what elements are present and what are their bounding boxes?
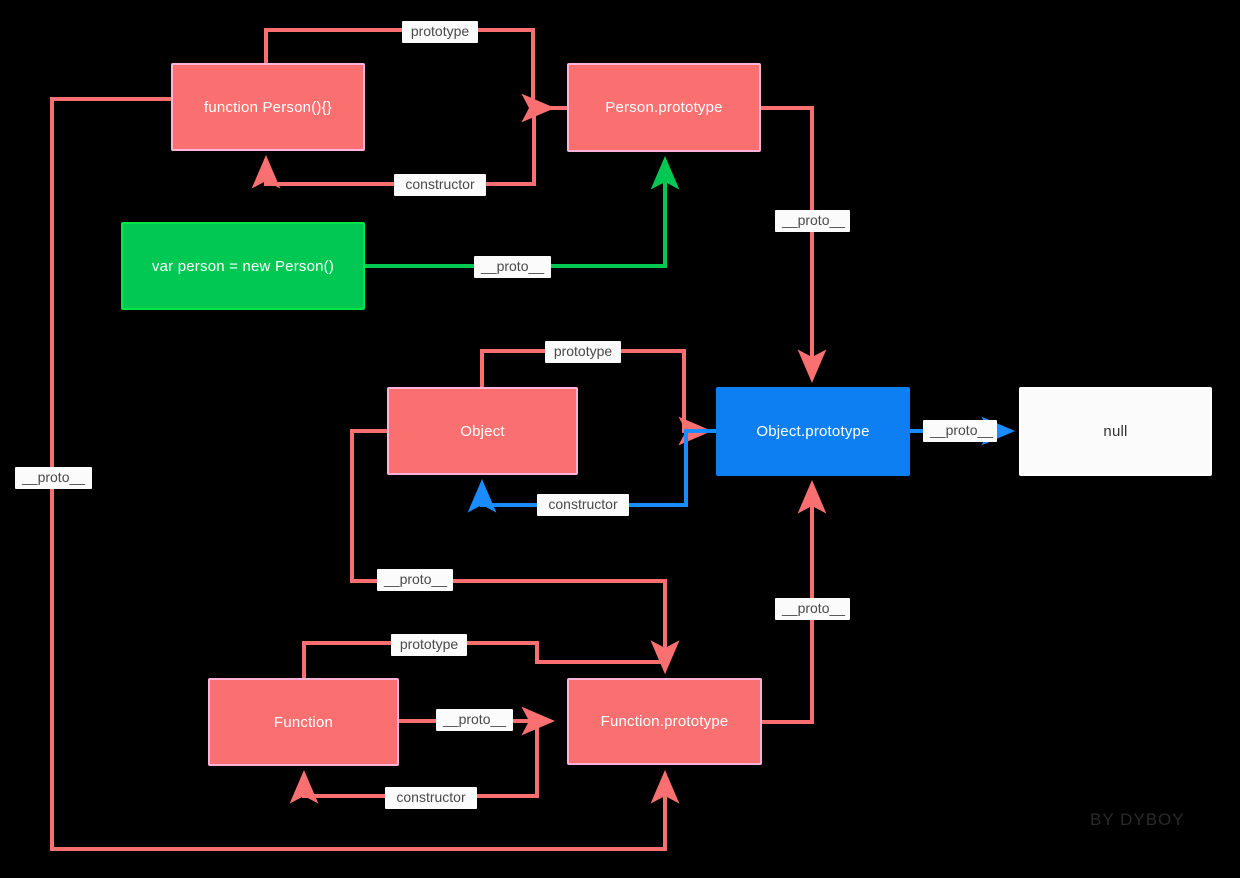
node-label: Object — [460, 422, 505, 440]
edge-label-person-constructor: constructor — [394, 174, 486, 196]
edge-label-object-prototype: prototype — [545, 341, 621, 363]
edge-function-prototype — [302, 640, 680, 678]
node-function-function[interactable]: Function — [208, 678, 399, 766]
edge-label-function-proto: __proto__ — [436, 709, 513, 731]
node-label: Function.prototype — [600, 713, 729, 730]
watermark: BY DYBOY — [1090, 810, 1185, 829]
node-person-prototype[interactable]: Person.prototype — [567, 63, 761, 152]
node-person-function[interactable]: function Person(){} — [171, 63, 365, 151]
node-label: var person = new Person() — [151, 257, 335, 275]
node-function-prototype[interactable]: Function.prototype — [567, 678, 762, 765]
node-null[interactable]: null — [1019, 387, 1212, 476]
node-label: null — [1103, 423, 1128, 440]
node-label: Object.prototype — [756, 423, 870, 440]
node-object-prototype[interactable]: Object.prototype — [716, 387, 910, 476]
edge-label-objectfn-funcproto: __proto__ — [377, 569, 453, 591]
node-label: Function — [273, 713, 334, 731]
node-label: function Person(){} — [203, 98, 333, 116]
edge-label-person-prototype: prototype — [402, 21, 478, 43]
node-object-function[interactable]: Object — [387, 387, 578, 475]
edge-label-personfn-funcproto: __proto__ — [15, 467, 92, 489]
node-person-instance[interactable]: var person = new Person() — [121, 222, 365, 310]
edge-label-objproto-null: __proto__ — [923, 420, 997, 442]
edge-label-object-constructor: constructor — [537, 494, 629, 516]
edge-label-personproto-objproto: __proto__ — [775, 210, 850, 232]
node-label: Person.prototype — [605, 99, 723, 116]
edge-personproto-objproto — [761, 106, 827, 383]
diagram-canvas: Person.prototype --> function Person(){}… — [0, 0, 1240, 878]
edge-label-instance-proto: __proto__ — [474, 256, 551, 278]
edge-label-function-constructor: constructor — [385, 787, 477, 809]
edge-label-funcproto-objproto: __proto__ — [775, 598, 850, 620]
edge-label-function-prototype: prototype — [391, 634, 467, 656]
